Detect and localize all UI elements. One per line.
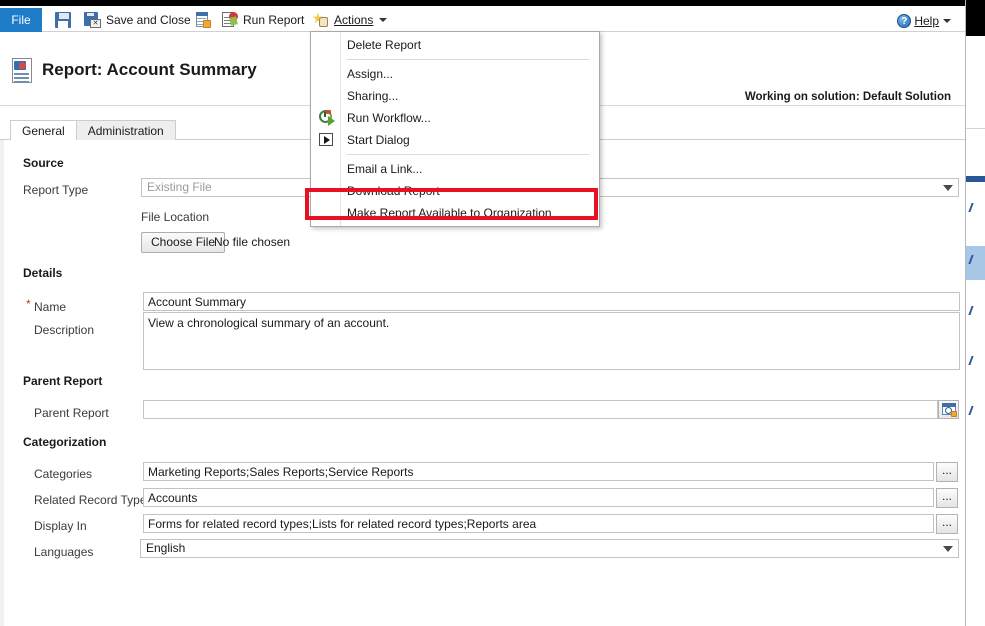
parent-report-lookup-button[interactable] [938,400,959,419]
menu-item-run-workflow[interactable]: Run Workflow... [311,107,599,129]
menu-item-download-report-label: Download Report [347,184,440,198]
menu-item-make-report-available-to-organization-label: Make Report Available to Organization [347,206,552,220]
chevron-down-icon [379,18,387,22]
description-textarea[interactable] [143,312,960,370]
background-window-sliver [965,0,985,626]
form-tabs: General Administration [10,120,175,140]
label-parent-report: Parent Report [34,406,109,420]
run-report-icon [222,12,238,28]
related-record-types-browse-button[interactable]: ... [936,488,958,508]
save-and-close-label: Save and Close [106,13,191,27]
menu-item-assign-label: Assign... [347,67,393,81]
related-record-types-input[interactable] [143,488,934,507]
help-button[interactable]: ? Help [897,14,951,28]
choose-file-button[interactable]: Choose File [141,232,225,253]
run-report-label: Run Report [243,13,304,27]
name-input[interactable] [143,292,960,311]
menu-item-assign[interactable]: Assign... [311,63,599,85]
menu-separator-2 [347,154,589,155]
background-tick-1 [968,203,973,212]
menu-item-start-dialog[interactable]: Start Dialog [311,129,599,151]
languages-value: English [146,540,185,557]
menu-item-email-a-link-label: Email a Link... [347,162,422,176]
application-window: File ✕ Save and Close Run Report [0,0,985,626]
tab-administration[interactable]: Administration [76,120,176,140]
menu-item-make-report-available-to-organization[interactable]: Make Report Available to Organization [311,202,599,224]
label-file-location: File Location [141,210,209,224]
file-menu-label: File [11,13,30,27]
workflow-icon [319,110,335,126]
menu-item-email-a-link[interactable]: Email a Link... [311,158,599,180]
tab-general[interactable]: General [10,120,77,140]
actions-label: Actions [334,13,373,27]
label-categories: Categories [34,467,92,481]
background-title-bar [966,0,985,36]
menu-item-download-report[interactable]: Download Report [311,180,599,202]
background-tick-5 [968,406,973,415]
section-title-parent-report: Parent Report [23,374,102,388]
save-icon [55,12,71,28]
help-icon: ? [897,14,911,28]
menu-separator-1 [347,59,589,60]
command-bar: File ✕ Save and Close Run Report [0,6,965,32]
actions-button[interactable]: Actions [313,8,387,32]
menu-item-sharing-label: Sharing... [347,89,398,103]
display-in-browse-button[interactable]: ... [936,514,958,534]
background-accent-bar [966,176,985,182]
run-report-button[interactable]: Run Report [222,8,304,32]
new-report-icon [195,12,211,28]
actions-icon [313,12,329,28]
file-menu-button[interactable]: File [0,8,42,32]
save-and-close-icon: ✕ [84,12,101,28]
name-required-indicator: * [26,297,31,311]
new-report-button[interactable] [195,8,216,32]
help-label: Help [914,14,939,28]
section-title-details: Details [23,266,62,280]
label-related-record-types: Related Record Types [34,493,153,507]
label-display-in: Display In [34,519,87,533]
label-report-type: Report Type [23,183,88,197]
label-description: Description [34,323,94,337]
background-tick-4 [968,356,973,365]
menu-item-delete-report[interactable]: Delete Report [311,34,599,56]
no-file-chosen-text: No file chosen [214,235,290,249]
save-and-close-button[interactable]: ✕ Save and Close [84,8,191,32]
label-name: Name [34,300,66,314]
actions-dropdown-menu: Delete Report Assign... Sharing... Run W… [310,31,600,227]
languages-chevron-down-icon [943,546,953,552]
start-dialog-icon [319,132,335,148]
section-title-source: Source [23,156,64,170]
label-languages: Languages [34,545,93,559]
display-in-input[interactable] [143,514,934,533]
menu-item-run-workflow-label: Run Workflow... [347,111,431,125]
report-type-value: Existing File [147,179,212,196]
report-icon [11,58,35,84]
categories-input[interactable] [143,462,934,481]
tab-general-label: General [22,124,65,138]
tab-administration-label: Administration [88,124,164,138]
solution-context-label: Working on solution: Default Solution [745,91,951,103]
categories-browse-button[interactable]: ... [936,462,958,482]
report-type-chevron-down-icon [943,185,953,191]
menu-item-delete-report-label: Delete Report [347,38,421,52]
help-chevron-down-icon [943,19,951,23]
background-tick-3 [968,306,973,315]
menu-item-start-dialog-label: Start Dialog [347,133,410,147]
page-title: Report: Account Summary [42,60,257,80]
languages-select[interactable]: English [140,539,959,558]
save-button[interactable] [55,8,76,32]
parent-report-input[interactable] [143,400,938,419]
menu-item-sharing[interactable]: Sharing... [311,85,599,107]
background-divider [966,128,985,129]
section-title-categorization: Categorization [23,435,106,449]
